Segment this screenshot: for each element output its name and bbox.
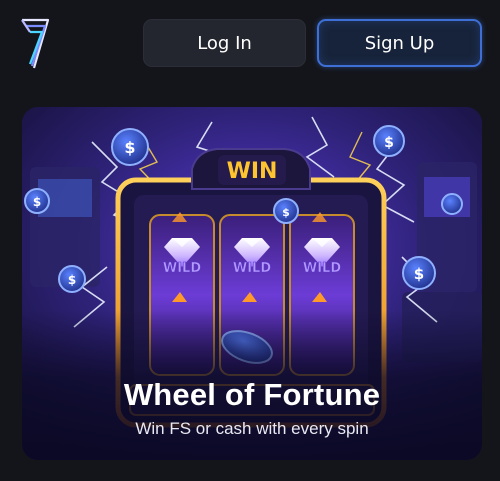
login-button[interactable]: Log In	[143, 19, 306, 67]
reel-label-3: WILD	[303, 261, 341, 276]
svg-text:$: $	[282, 206, 290, 219]
reel-label-1: WILD	[163, 261, 201, 276]
win-sign-text: WIN	[227, 159, 278, 184]
seven-logo-icon[interactable]	[18, 16, 58, 72]
svg-text:$: $	[414, 265, 424, 283]
signup-button[interactable]: Sign Up	[317, 19, 482, 67]
banner-subtitle: Win FS or cash with every spin	[135, 419, 369, 438]
reel-label-2: WILD	[233, 261, 271, 276]
top-bar: Log In Sign Up	[0, 0, 500, 88]
promo-banner-wheel-of-fortune[interactable]: WIN WILD WILD WILD $ $ $ $ $ $ Wheel of …	[22, 107, 482, 460]
banner-title: Wheel of Fortune	[123, 377, 381, 412]
svg-text:$: $	[384, 135, 394, 151]
svg-text:$: $	[68, 273, 76, 287]
svg-text:$: $	[124, 138, 135, 157]
casino-chip-icon: $	[111, 128, 149, 166]
svg-text:$: $	[33, 195, 41, 209]
